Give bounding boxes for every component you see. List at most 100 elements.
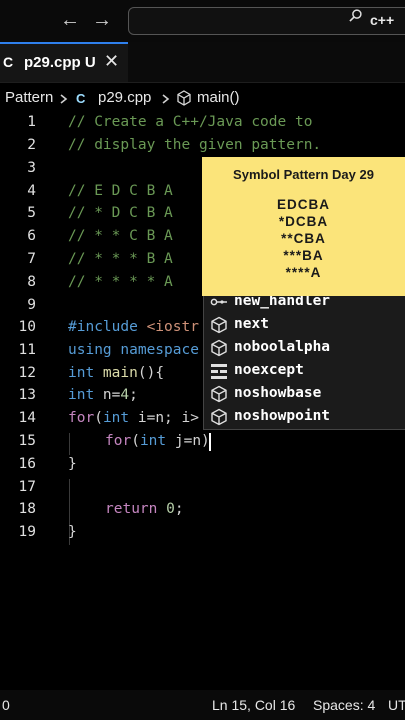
suggestion-item[interactable]: noshowpoint <box>204 406 405 429</box>
status-problems[interactable]: 0 <box>2 697 10 713</box>
line-number: 17 <box>18 479 36 495</box>
code-token: 0 <box>166 501 175 517</box>
line-number: 18 <box>18 501 36 517</box>
code-line: using namespace <box>68 342 199 358</box>
suggestion-item[interactable]: noexcept <box>204 360 405 383</box>
line-number: 3 <box>27 160 36 176</box>
code-line: // * * * B A <box>68 251 173 267</box>
line-number: 14 <box>18 410 36 426</box>
line-number: 11 <box>18 342 36 358</box>
code-token: ; <box>129 387 138 403</box>
line-number: 5 <box>27 205 36 221</box>
tab-p29-cpp[interactable]: C p29.cpp U ✕ <box>0 42 128 82</box>
status-indentation[interactable]: Spaces: 4 <box>313 697 375 713</box>
suggestion-label: noshowpoint <box>234 408 331 424</box>
pattern-row: **CBA <box>281 231 326 246</box>
code-token: #include <box>68 319 138 335</box>
code-line: // Create a C++/Java code to <box>68 114 313 130</box>
line-number: 8 <box>27 274 36 290</box>
indent-guide <box>69 433 70 455</box>
code-line: for(int i=n; i> <box>68 410 199 426</box>
line-number: 16 <box>18 456 36 472</box>
code-line: } <box>68 524 77 540</box>
line-number: 1 <box>27 114 36 130</box>
line-number: 2 <box>27 137 36 153</box>
pattern-overlay-card: Symbol Pattern Day 29 EDCBA *DCBA **CBA … <box>202 157 405 296</box>
cube-icon <box>211 408 227 426</box>
code-token: i=n; i> <box>129 410 199 426</box>
svg-text:C: C <box>76 91 86 105</box>
close-icon[interactable]: ✕ <box>104 51 119 72</box>
status-bar: 0 Ln 15, Col 16 Spaces: 4 UT <box>0 690 405 720</box>
overlay-title: Symbol Pattern Day 29 <box>233 167 374 182</box>
code-token: for <box>105 433 132 449</box>
cube-icon <box>211 385 227 403</box>
breadcrumb-folder[interactable]: Pattern <box>5 89 53 106</box>
code-token: for <box>68 410 95 426</box>
suggestion-label: noshowbase <box>234 385 322 401</box>
code-token: int <box>139 433 167 449</box>
forward-arrow-icon[interactable]: → <box>92 9 112 32</box>
pattern-row: EDCBA <box>276 197 330 212</box>
pattern-row: ****A <box>285 265 322 280</box>
code-token: ( <box>131 433 140 449</box>
code-token: j=n) <box>166 433 210 449</box>
cube-icon <box>177 90 191 106</box>
code-line: int main(){ <box>68 365 164 381</box>
line-number: 6 <box>27 228 36 244</box>
line-number: 7 <box>27 251 36 267</box>
code-token: using <box>68 342 112 358</box>
code-line: // * * * * A <box>68 274 173 290</box>
pattern-row: *DCBA <box>278 214 329 229</box>
status-cursor-position[interactable]: Ln 15, Col 16 <box>212 697 295 713</box>
back-arrow-icon[interactable]: ← <box>60 9 80 32</box>
search-text: c++ <box>370 12 395 28</box>
code-line: #include <iostr <box>68 319 199 335</box>
line-number: 10 <box>18 319 36 335</box>
code-token: (){ <box>137 365 165 381</box>
line-number: 12 <box>18 365 36 381</box>
suggestion-label: noexcept <box>234 362 304 378</box>
line-number: 13 <box>18 387 36 403</box>
search-icon <box>349 9 362 22</box>
suggestion-item[interactable]: next <box>204 314 405 337</box>
title-bar: ← → c++ <box>0 0 405 42</box>
code-line: // * * C B A <box>68 228 173 244</box>
code-line: // E D C B A <box>68 183 173 199</box>
line-number: 15 <box>18 433 36 449</box>
code-line: for(int j=n) <box>105 433 210 449</box>
status-encoding[interactable]: UT <box>388 697 405 713</box>
code-token: int <box>68 365 95 381</box>
code-token: ; <box>174 501 184 517</box>
breadcrumb-file[interactable]: p29.cpp <box>98 89 151 106</box>
code-token: n= <box>94 387 121 403</box>
tab-label: p29.cpp U <box>24 54 96 71</box>
code-line: return 0; <box>105 501 184 517</box>
code-line: // * D C B A <box>68 205 173 221</box>
cube-icon <box>211 339 227 357</box>
cpp-file-icon: C <box>3 54 14 70</box>
tab-bar: C p29.cpp U ✕ <box>0 42 405 83</box>
line-number: 9 <box>27 297 36 313</box>
line-number: 19 <box>18 524 36 540</box>
code-token: int <box>68 387 95 403</box>
code-line: int n=4; <box>68 387 138 403</box>
code-token: ( <box>94 410 103 426</box>
search-box[interactable] <box>128 7 405 35</box>
code-token: int <box>102 410 130 426</box>
suggestion-label: noboolalpha <box>234 339 331 355</box>
breadcrumb-symbol[interactable]: main() <box>197 89 240 106</box>
chevron-right-icon <box>162 94 170 104</box>
suggestion-label: next <box>234 316 269 332</box>
code-line: } <box>68 456 77 472</box>
chevron-right-icon <box>60 94 68 104</box>
suggestion-item[interactable]: noboolalpha <box>204 337 405 360</box>
code-token: main <box>94 365 138 381</box>
code-line: // display the given pattern. <box>68 137 322 153</box>
code-token: <iostr <box>137 319 199 335</box>
autocomplete-list: new_handler next noboolalpha noexcept no… <box>203 290 405 430</box>
suggestion-item[interactable]: noshowbase <box>204 383 405 406</box>
line-number: 4 <box>27 183 36 199</box>
pattern-row: ***BA <box>283 248 324 263</box>
breadcrumb: Pattern C p29.cpp main() <box>0 86 405 110</box>
